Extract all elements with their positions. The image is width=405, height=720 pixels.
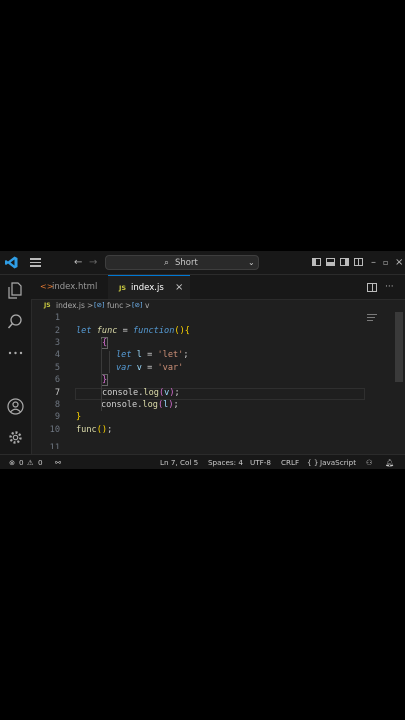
line-number: 2 <box>54 326 60 336</box>
code-line-2: let func = function(){ <box>76 326 190 336</box>
errors-count[interactable]: 0 <box>19 455 24 469</box>
code-line-5: var v = 'var' <box>116 363 184 373</box>
close-tab-icon[interactable]: × <box>175 276 183 300</box>
toggle-panel-icon[interactable] <box>326 258 335 266</box>
line-number: 10 <box>49 425 60 435</box>
js-file-icon: JS <box>119 284 127 292</box>
warnings-icon[interactable]: ⚠ <box>27 455 33 469</box>
explorer-icon[interactable] <box>6 281 25 300</box>
variable-symbol-icon: [⊘] <box>132 301 143 309</box>
line-number: 4 <box>54 350 60 360</box>
search-label: Short <box>175 258 198 268</box>
line-number: 8 <box>54 400 60 410</box>
menu-icon[interactable] <box>30 258 41 267</box>
search-icon[interactable] <box>6 312 25 331</box>
breadcrumb-var[interactable]: v <box>145 299 149 312</box>
code-line-7: console.log(v); <box>101 388 180 398</box>
forward-arrow-icon[interactable]: → <box>89 251 97 274</box>
toggle-primary-sidebar-icon[interactable] <box>312 258 321 266</box>
line-number: 9 <box>54 412 60 422</box>
errors-icon[interactable]: ⊗ <box>9 455 15 469</box>
more-actions-icon[interactable]: ··· <box>385 275 394 299</box>
breadcrumb-separator: > <box>125 301 132 310</box>
breadcrumb-func[interactable]: func <box>107 299 123 312</box>
indent-guide <box>109 351 110 373</box>
language-mode[interactable]: JavaScript <box>320 455 356 469</box>
breadcrumb-separator: > <box>87 301 94 310</box>
line-number: 11 <box>49 443 60 449</box>
line-number: 3 <box>54 338 60 348</box>
code-editor[interactable]: 1 2 3 4 5 6 7 8 9 10 11 let func = funct… <box>31 312 405 454</box>
settings-gear-icon[interactable] <box>6 428 25 447</box>
minimize-icon[interactable]: – <box>371 251 376 274</box>
vscode-window: ← → ⌕ Short ⌄ – ▫ × <> index.html JS ind… <box>0 251 405 469</box>
code-line-8: console.log(l); <box>101 400 179 410</box>
indent-guide <box>101 339 102 411</box>
code-line-3: { <box>101 337 109 349</box>
back-arrow-icon[interactable]: ← <box>74 251 82 274</box>
encoding[interactable]: UTF-8 <box>250 455 271 469</box>
sync-icon[interactable]: ⚯ <box>55 455 61 469</box>
account-icon[interactable] <box>6 397 25 416</box>
tab-label: index.html <box>52 282 98 292</box>
command-center-search[interactable]: ⌕ Short ⌄ <box>105 255 259 270</box>
code-line-10: func(); <box>76 425 113 435</box>
customize-layout-icon[interactable] <box>354 258 363 266</box>
breadcrumb: JS index.js > [⊘] func > [⊘] v <box>31 299 405 312</box>
chevron-down-icon[interactable]: ⌄ <box>248 255 255 270</box>
editor-tabs: <> index.html JS index.js × ··· <box>31 275 405 300</box>
line-number: 7 <box>54 388 60 398</box>
activity-bar <box>0 275 32 454</box>
breadcrumb-file[interactable]: index.js <box>56 299 85 312</box>
function-symbol-icon: [⊘] <box>94 301 105 309</box>
tab-label: index.js <box>131 283 164 293</box>
title-bar: ← → ⌕ Short ⌄ – ▫ × <box>0 251 405 275</box>
tab-index-html[interactable]: <> index.html <box>31 275 107 299</box>
maximize-icon[interactable]: ▫ <box>383 251 388 274</box>
line-number: 6 <box>54 375 60 385</box>
vscode-logo-icon <box>5 256 18 269</box>
split-editor-icon[interactable] <box>367 283 377 292</box>
close-icon[interactable]: × <box>395 251 403 274</box>
more-icon[interactable] <box>6 343 25 362</box>
language-braces-icon: { } <box>307 458 319 467</box>
js-file-icon: JS <box>44 302 51 309</box>
notifications-bell-icon[interactable]: 🔔︎ <box>385 455 394 469</box>
toggle-secondary-sidebar-icon[interactable] <box>340 258 349 266</box>
feedback-icon[interactable]: ⚇ <box>366 455 372 469</box>
search-icon: ⌕ <box>164 258 170 268</box>
line-ending[interactable]: CRLF <box>281 455 299 469</box>
warnings-count[interactable]: 0 <box>38 455 43 469</box>
tab-index-js[interactable]: JS index.js × <box>108 275 190 299</box>
code-line-9: } <box>76 412 82 422</box>
indentation[interactable]: Spaces: 4 <box>208 455 243 469</box>
code-line-6: } <box>101 374 109 386</box>
code-line-4: let l = 'let'; <box>116 350 189 360</box>
line-number: 5 <box>54 363 60 373</box>
status-bar: ⊗ 0 ⚠ 0 ⚯ Ln 7, Col 5 Spaces: 4 UTF-8 CR… <box>0 454 405 469</box>
line-number: 1 <box>54 313 60 323</box>
cursor-position[interactable]: Ln 7, Col 5 <box>160 455 198 469</box>
minimap[interactable] <box>365 312 395 454</box>
vertical-scrollbar[interactable] <box>395 312 403 382</box>
